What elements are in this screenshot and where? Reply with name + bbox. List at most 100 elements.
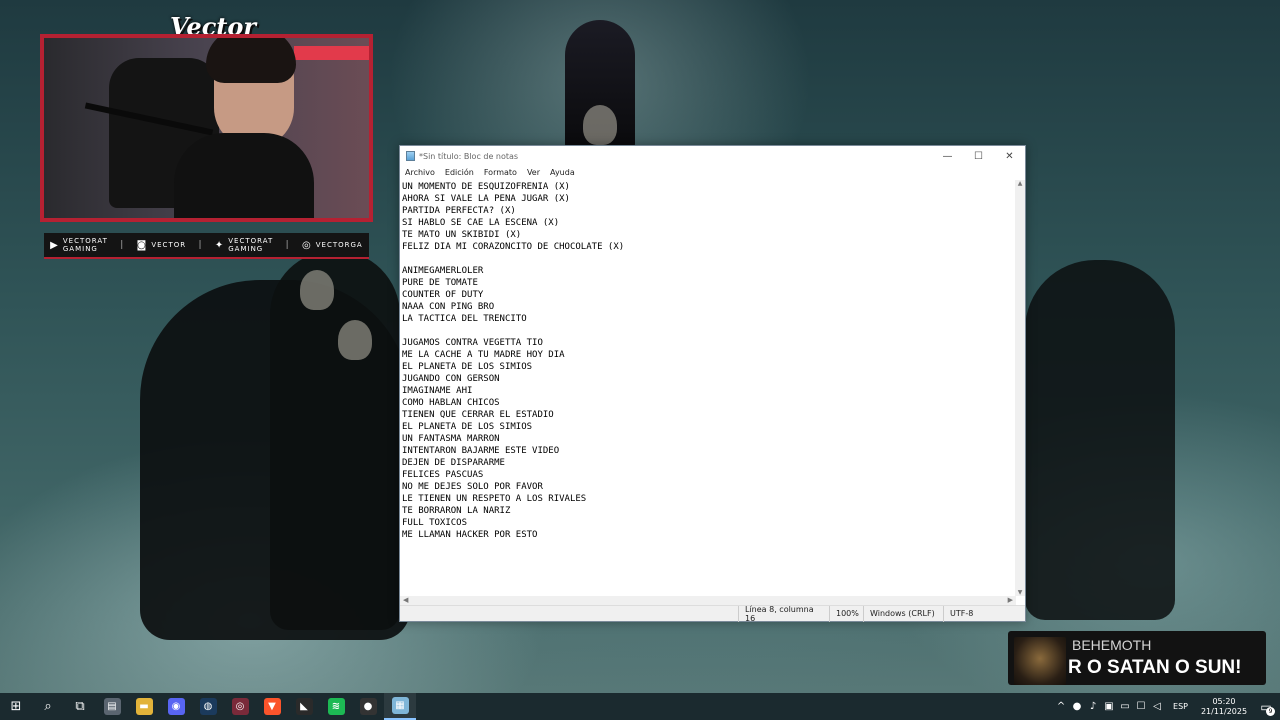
network-icon[interactable]: ☐ [1133,701,1149,712]
social-handle: VECTORAT GAMING [63,237,108,253]
social-link[interactable]: ✦ VECTORAT GAMING [215,237,273,253]
background-figure-right [1025,260,1175,620]
social-handle-line: VECTORAT [228,237,274,245]
social-separator: | [120,240,125,250]
youtube-icon: ▶ [50,239,59,251]
epic-games-icon: ◣ [295,698,313,715]
notification-center-button[interactable]: ▭ 9 [1252,700,1280,716]
streamer-hair [206,38,296,83]
social-handle: VECTORAT GAMING [228,237,273,253]
now-playing-widget: BEHEMOTH R O SATAN O SUN! [1008,631,1266,685]
line-ending: Windows (CRLF) [863,605,943,622]
record-icon[interactable]: ● [1069,701,1085,712]
vertical-scrollbar[interactable]: ▲ ▼ [1015,180,1025,596]
menu-edicion[interactable]: Edición [445,168,474,177]
notification-count: 9 [1266,706,1275,716]
taskbar-app-button[interactable]: ● [352,693,384,720]
taskbar-app-button[interactable]: ◉ [160,693,192,720]
menu-formato[interactable]: Formato [484,168,517,177]
twitch-icon: ◙ [136,239,148,251]
taskbar-app-button[interactable]: ◣ [288,693,320,720]
streamer-shirt [174,133,314,218]
search-button[interactable]: ⌕ [32,693,64,720]
maximize-button[interactable]: ☐ [963,146,994,166]
social-separator: | [285,240,290,250]
window-title: *Sin título: Bloc de notas [419,151,519,161]
social-links-bar: ▶ VECTORAT GAMING | ◙ VECTOR | ✦ VECTORAT GAMING |… [44,233,369,259]
taskbar-apps: ▤ ▬ ◉ ◍ ◎ ▼ ◣ ≋ ● ▦ [96,693,416,720]
background-skull [300,270,334,310]
now-playing-artist: BEHEMOTH [1072,637,1152,653]
volume-icon[interactable]: ◁ [1149,701,1165,712]
instagram-icon: ◎ [302,239,312,251]
task-view-icon: ⧉ [75,699,85,714]
taskbar-app-button[interactable]: ≋ [320,693,352,720]
menu-ayuda[interactable]: Ayuda [550,168,575,177]
zoom-level: 100% [829,605,863,622]
encoding: UTF-8 [943,605,1013,622]
social-link[interactable]: ◎ VECTORGA [302,240,363,251]
social-handle: VECTORGA [316,241,363,249]
chevron-up-icon[interactable]: ^ [1053,701,1069,712]
twitter-icon: ✦ [214,239,225,251]
windows-icon: ⊞ [10,699,22,714]
webcam-feed [40,34,373,222]
taskbar-app-button[interactable]: ◍ [192,693,224,720]
social-handle-line: VECTORGA [315,241,363,249]
microphone-icon[interactable]: ♪ [1085,701,1101,712]
minimize-button[interactable]: — [932,146,963,166]
folder-icon: ▬ [135,698,153,715]
clipboard-icon[interactable]: ▣ [1101,701,1117,712]
social-link[interactable]: ◙ VECTOR [137,240,186,251]
scroll-left-icon[interactable]: ◀ [403,596,408,604]
menu-archivo[interactable]: Archivo [405,168,435,177]
system-tray: ^ ● ♪ ▣ ▭ ☐ ◁ ESP 05:20 21/11/2025 ▭ 9 [1053,693,1280,720]
taskbar-app-button[interactable]: ▬ [128,693,160,720]
menu-ver[interactable]: Ver [527,168,540,177]
album-art [1014,637,1066,685]
scroll-up-icon[interactable]: ▲ [1015,180,1025,187]
background-skull [583,105,617,145]
menu-bar: Archivo Edición Formato Ver Ayuda [400,166,1025,179]
clock[interactable]: 05:20 21/11/2025 [1196,697,1252,717]
taskbar-app-button[interactable]: ▼ [256,693,288,720]
social-handle-line: GAMING [62,245,98,253]
now-playing-song: R O SATAN O SUN! [1068,657,1242,678]
taskbar-app-button[interactable]: ▤ [96,693,128,720]
clock-date: 21/11/2025 [1200,706,1248,716]
obs-icon: ◎ [231,698,249,715]
discord-icon: ◉ [167,698,185,715]
social-separator: | [198,240,203,250]
background-figure-center-left [270,250,400,630]
notepad-icon [406,151,415,161]
social-handle-line: GAMING [228,245,264,253]
social-handle: VECTOR [151,241,186,249]
notepad-icon: ▦ [391,697,409,714]
scroll-right-icon[interactable]: ▶ [1008,596,1013,604]
taskbar: ⊞ ⌕ ⧉ ▤ ▬ ◉ ◍ ◎ ▼ ◣ ≋ ● ▦ ^ ● ♪ ▣ ▭ ☐ ◁ ESP 05:20… [0,693,1280,720]
search-icon: ⌕ [44,699,52,714]
social-handle-line: VECTORAT [62,237,108,245]
neon-sign [294,46,369,60]
social-link[interactable]: ▶ VECTORAT GAMING [50,237,108,253]
taskbar-app-button[interactable]: ▦ [384,693,416,720]
clock-time: 05:20 [1212,696,1236,706]
background-skull [338,320,372,360]
start-button[interactable]: ⊞ [0,693,32,720]
close-button[interactable]: ✕ [994,146,1025,166]
cursor-position: Línea 8, columna 16 [738,605,829,623]
steam-icon: ◍ [199,698,217,715]
spotify-icon: ≋ [327,698,345,715]
social-handle-line: VECTOR [151,241,187,249]
scroll-down-icon[interactable]: ▼ [1015,589,1025,596]
status-bar: Línea 8, columna 16 100% Windows (CRLF) … [400,605,1025,623]
notepad-titlebar[interactable]: *Sin título: Bloc de notas — ☐ ✕ [400,146,1025,166]
brave-icon: ▼ [263,698,281,715]
language-indicator[interactable]: ESP [1165,702,1196,711]
recorder-icon: ● [359,698,377,715]
monitor-icon[interactable]: ▭ [1117,701,1133,712]
text-editor-area[interactable]: UN MOMENTO DE ESQUIZOFRENIA (X) AHORA SI… [400,180,1016,596]
notepad-window[interactable]: *Sin título: Bloc de notas — ☐ ✕ Archivo… [399,145,1026,623]
taskbar-app-button[interactable]: ◎ [224,693,256,720]
task-view-button[interactable]: ⧉ [64,693,96,720]
